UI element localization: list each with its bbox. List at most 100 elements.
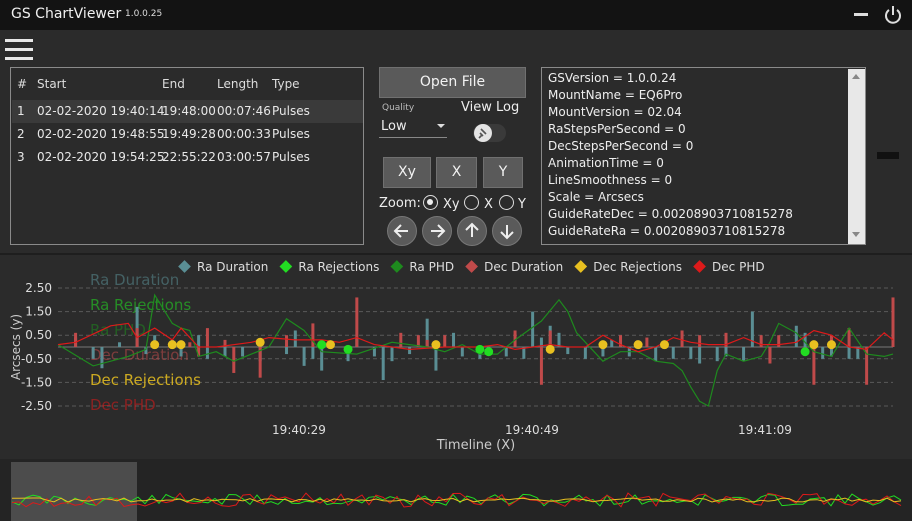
power-icon[interactable]: [882, 4, 904, 26]
bar: [241, 347, 245, 357]
bar: [311, 323, 315, 347]
bar: [425, 339, 429, 347]
bar: [671, 347, 675, 359]
rejection-point: [484, 347, 494, 357]
rejection-point: [343, 344, 353, 354]
cell-number: 1: [17, 104, 25, 118]
bar: [645, 337, 649, 347]
legend-marker: [465, 260, 478, 273]
bar: [205, 347, 209, 359]
bar: [777, 335, 781, 347]
cell-end: 19:48:00: [162, 104, 216, 118]
col-header-type: Type: [272, 77, 300, 91]
chevron-down-icon: [437, 124, 445, 128]
cell-start: 02-02-2020 19:54:25: [37, 150, 165, 164]
bar: [74, 332, 78, 347]
minimize-icon[interactable]: [854, 13, 868, 16]
bar: [293, 330, 297, 347]
menu-icon[interactable]: [5, 39, 33, 61]
pin-icon: [478, 128, 487, 139]
rejection-point: [176, 340, 186, 350]
rejection-point: [317, 340, 327, 350]
overview-selection: [11, 462, 137, 521]
cell-start: 02-02-2020 19:48:55: [37, 127, 165, 141]
pan-right-button[interactable]: [422, 216, 452, 246]
legend-label: Dec PHD: [712, 260, 765, 274]
axis-x-button[interactable]: X: [436, 157, 477, 188]
pan-down-button[interactable]: [492, 216, 522, 246]
bar: [689, 347, 693, 359]
open-file-button[interactable]: Open File: [379, 67, 526, 98]
pan-left-button[interactable]: [387, 216, 417, 246]
y-tick-label: 1.50: [25, 305, 52, 319]
zoom-xy-radio[interactable]: [423, 195, 438, 210]
arrow-down-icon: [500, 225, 514, 240]
bar: [531, 311, 535, 347]
scroll-down-icon[interactable]: [852, 232, 860, 237]
cell-end: 22:55:22: [162, 150, 216, 164]
series-label: Ra Duration: [90, 271, 179, 289]
x-tick-label: 19:40:29: [272, 423, 326, 437]
legend-label: Ra PHD: [409, 260, 454, 274]
table-row[interactable]: 2 02-02-2020 19:48:55 19:49:28 00:00:33 …: [12, 123, 363, 146]
series-label: Dec PHD: [90, 396, 156, 414]
zoom-y-radio[interactable]: [499, 195, 514, 210]
arrow-left-icon: [393, 224, 408, 238]
y-axis-title: Arcsecs (y): [9, 314, 23, 380]
mini-chart-icon: [877, 152, 899, 159]
log-line: Scale = Arcsecs: [548, 190, 644, 204]
legend-marker: [279, 260, 293, 273]
guiding-chart[interactable]: Ra Duration Ra Rejections Ra PHD Dec Durati…: [0, 255, 912, 455]
bar: [285, 347, 289, 355]
y-tick-label: -1.50: [21, 375, 52, 389]
bar: [355, 297, 359, 347]
bar: [205, 328, 209, 347]
rejection-point: [800, 347, 810, 357]
col-header-start: Start: [37, 77, 67, 91]
log-line: RaStepsPerSecond = 0: [548, 122, 686, 136]
scroll-up-icon[interactable]: [852, 74, 860, 79]
x-axis-title: Timeline (X): [436, 438, 515, 453]
axis-xy-button[interactable]: Xy: [383, 157, 431, 188]
pan-up-button[interactable]: [457, 216, 487, 246]
bar: [847, 347, 851, 359]
cell-number: 2: [17, 127, 25, 141]
bar: [460, 347, 464, 357]
bar: [654, 347, 658, 362]
timeline-overview[interactable]: [0, 459, 912, 521]
x-tick-label: 19:40:49: [505, 423, 559, 437]
log-panel[interactable]: GSVersion = 1.0.0.24 MountName = EQ6Pro …: [541, 67, 866, 245]
bar: [698, 335, 702, 347]
table-row[interactable]: 3 02-02-2020 19:54:25 22:55:22 03:00:57 …: [12, 146, 363, 169]
log-line: MountName = EQ6Pro: [548, 88, 683, 102]
bar: [759, 335, 763, 347]
log-line: MountVersion = 02.04: [548, 105, 682, 119]
log-line: AnimationTime = 0: [548, 156, 664, 170]
cell-type: Pulses: [272, 127, 310, 141]
bar: [311, 347, 315, 359]
rejection-point: [633, 340, 643, 350]
y-tick-label: 2.50: [25, 281, 52, 295]
y-tick-label: -2.50: [21, 399, 52, 413]
rejection-point: [255, 337, 265, 347]
log-scrollbar[interactable]: [848, 69, 865, 244]
bar: [539, 347, 543, 385]
cell-number: 3: [17, 150, 25, 164]
zoom-x-radio[interactable]: [464, 195, 479, 210]
cell-end: 19:49:28: [162, 127, 216, 141]
table-row[interactable]: 1 02-02-2020 19:40:14 19:48:00 00:07:46 …: [12, 100, 363, 123]
zoom-label: Zoom:: [379, 196, 421, 211]
view-log-toggle[interactable]: [473, 124, 506, 142]
zoom-xy-label: Xy: [443, 197, 460, 212]
cell-type: Pulses: [272, 150, 310, 164]
bar: [118, 342, 122, 347]
quality-select[interactable]: Low: [379, 116, 447, 138]
y-tick-label: 0.50: [25, 328, 52, 342]
bar: [223, 347, 227, 357]
bar: [742, 347, 746, 362]
legend-label: Ra Duration: [197, 260, 268, 274]
axis-y-button[interactable]: Y: [483, 157, 523, 188]
bar: [100, 347, 104, 369]
zoom-x-label: X: [484, 197, 493, 212]
zoom-y-label: Y: [518, 197, 526, 212]
